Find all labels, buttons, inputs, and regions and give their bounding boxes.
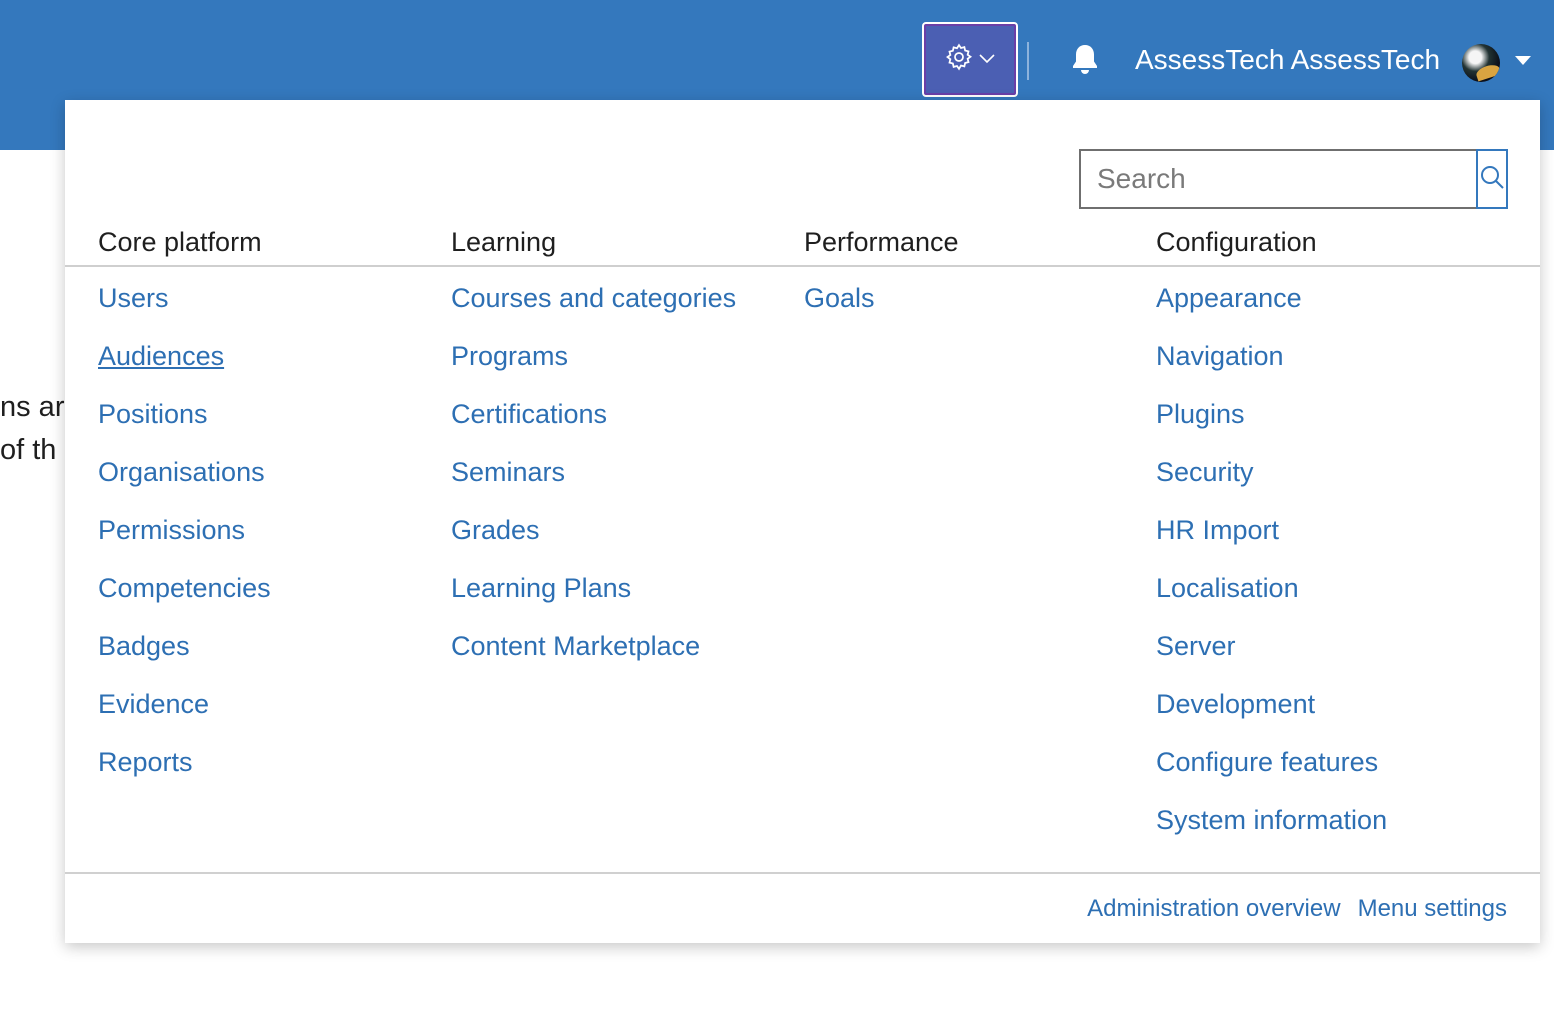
caret-down-icon[interactable] (1515, 56, 1531, 65)
column-heading-learning: Learning (451, 227, 557, 257)
chevron-down-icon (978, 51, 996, 69)
menu-link-development[interactable]: Development (1156, 686, 1387, 744)
menu-link-grades[interactable]: Grades (451, 512, 736, 570)
avatar[interactable] (1462, 44, 1500, 82)
bell-icon[interactable] (1069, 42, 1101, 78)
admin-settings-button[interactable] (922, 22, 1018, 97)
menu-link-goals[interactable]: Goals (804, 280, 875, 338)
menu-link-users[interactable]: Users (98, 280, 271, 338)
footer-divider (65, 872, 1540, 874)
admin-search (1079, 149, 1508, 209)
search-button[interactable] (1476, 149, 1508, 209)
column-core-platform: Users Audiences Positions Organisations … (98, 280, 271, 802)
user-name[interactable]: AssessTech AssessTech (1135, 44, 1440, 76)
menu-link-appearance[interactable]: Appearance (1156, 280, 1387, 338)
menu-link-programs[interactable]: Programs (451, 338, 736, 396)
menu-link-content-marketplace[interactable]: Content Marketplace (451, 628, 736, 686)
menu-link-security[interactable]: Security (1156, 454, 1387, 512)
gear-icon (944, 42, 974, 77)
menu-link-organisations[interactable]: Organisations (98, 454, 271, 512)
column-learning: Courses and categories Programs Certific… (451, 280, 736, 686)
menu-link-courses-and-categories[interactable]: Courses and categories (451, 280, 736, 338)
menu-link-evidence[interactable]: Evidence (98, 686, 271, 744)
background-page-text: of th (0, 434, 57, 466)
search-icon (1479, 164, 1505, 195)
menu-link-competencies[interactable]: Competencies (98, 570, 271, 628)
menu-footer: Administration overview Menu settings (1087, 895, 1507, 923)
heading-divider (65, 265, 1540, 267)
admin-menu-dropdown: Core platform Learning Performance Confi… (65, 100, 1540, 943)
column-performance: Goals (804, 280, 875, 338)
column-heading-core-platform: Core platform (98, 227, 262, 257)
menu-settings-link[interactable]: Menu settings (1358, 895, 1507, 923)
menu-link-reports[interactable]: Reports (98, 744, 271, 802)
nav-divider (1027, 42, 1029, 80)
menu-link-audiences[interactable]: Audiences (98, 338, 271, 396)
administration-overview-link[interactable]: Administration overview (1087, 895, 1340, 923)
menu-link-badges[interactable]: Badges (98, 628, 271, 686)
column-configuration: Appearance Navigation Plugins Security H… (1156, 280, 1387, 860)
menu-link-server[interactable]: Server (1156, 628, 1387, 686)
menu-link-plugins[interactable]: Plugins (1156, 396, 1387, 454)
menu-link-certifications[interactable]: Certifications (451, 396, 736, 454)
menu-link-localisation[interactable]: Localisation (1156, 570, 1387, 628)
column-heading-performance: Performance (804, 227, 959, 257)
menu-link-system-information[interactable]: System information (1156, 802, 1387, 860)
menu-link-configure-features[interactable]: Configure features (1156, 744, 1387, 802)
column-heading-configuration: Configuration (1156, 227, 1317, 257)
menu-link-positions[interactable]: Positions (98, 396, 271, 454)
search-input[interactable] (1081, 151, 1474, 207)
menu-link-navigation[interactable]: Navigation (1156, 338, 1387, 396)
menu-link-hr-import[interactable]: HR Import (1156, 512, 1387, 570)
menu-link-seminars[interactable]: Seminars (451, 454, 736, 512)
menu-link-permissions[interactable]: Permissions (98, 512, 271, 570)
menu-link-learning-plans[interactable]: Learning Plans (451, 570, 736, 628)
